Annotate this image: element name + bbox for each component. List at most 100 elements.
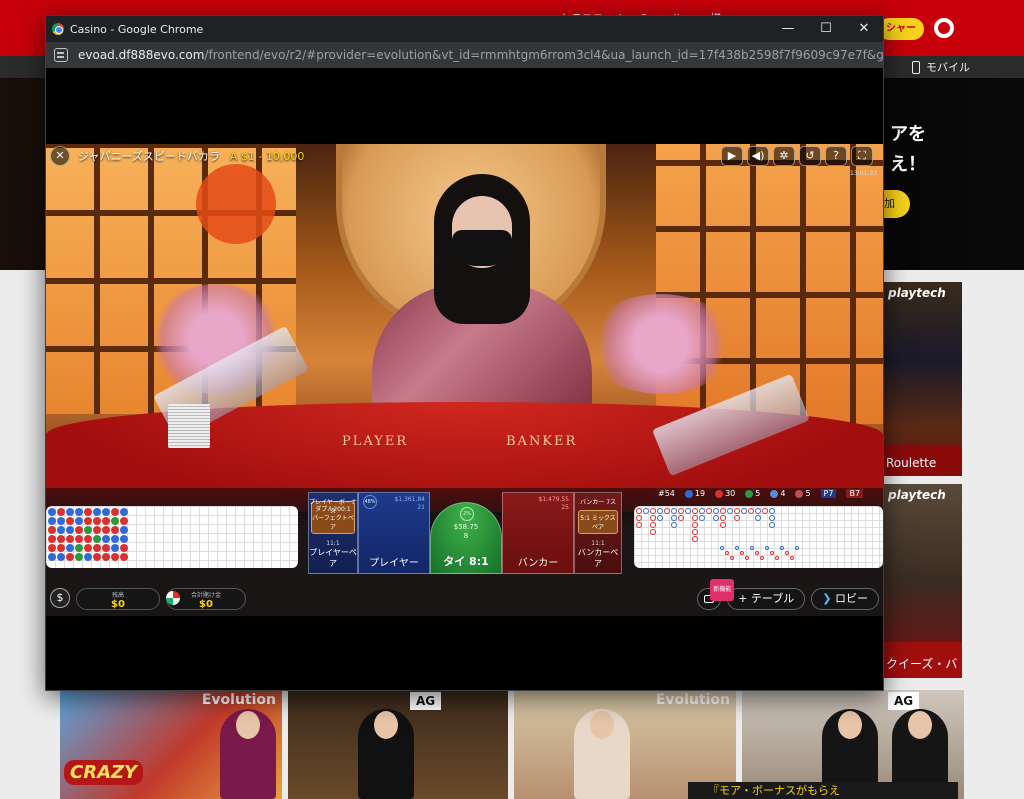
big-road-mark — [692, 522, 698, 528]
card-caption: クイーズ・バ — [886, 657, 958, 671]
site-cta-button[interactable]: シャー — [878, 18, 924, 40]
big-road-mark — [650, 529, 656, 535]
bead-road-mark — [48, 544, 56, 552]
nav-mobile-link[interactable]: モバイル — [912, 59, 970, 75]
multi-table-button[interactable]: 新機能 — [697, 579, 735, 610]
bead-road[interactable] — [46, 506, 298, 568]
settings-icon[interactable]: ✲ — [773, 146, 795, 166]
derived-road-mark — [735, 546, 739, 550]
minimize-button[interactable]: — — [769, 16, 807, 42]
help-icon[interactable]: ? — [825, 146, 847, 166]
dealer — [372, 174, 592, 434]
hero-line-2: え！ — [890, 154, 926, 175]
video-icon[interactable]: ▶ — [721, 146, 743, 166]
bet-spot-tie[interactable]: 2% $58.75 8 タイ 8:1 — [430, 502, 502, 574]
nav-mobile-label: モバイル — [926, 61, 970, 74]
big-road-mark — [636, 508, 642, 514]
bead-road-mark — [66, 544, 74, 552]
hero-join-button[interactable]: 加 — [884, 190, 910, 218]
bet-spot-banker-pair[interactable]: バンカー 7ス 5:1 ミックスペア 11:1 バンカーペア — [574, 492, 622, 574]
game-close-icon[interactable]: ✕ — [50, 146, 70, 166]
user-ring-icon[interactable] — [934, 18, 954, 38]
bet-spot-banker[interactable]: $1,479.55 25 バンカー — [502, 492, 574, 574]
bead-road-mark — [75, 535, 83, 543]
player-pair-count: 4 — [770, 489, 785, 498]
big-road-mark — [650, 522, 656, 528]
big-road-mark — [755, 515, 761, 521]
url-text[interactable]: evoad.df888evo.com/frontend/evo/r2/#prov… — [78, 48, 883, 62]
bet-spot-player-pair[interactable]: プレイヤーボーナス ダブル200:1 パーフェクトペア 11:1 プレイヤーペア — [308, 492, 358, 574]
bead-road-mark — [66, 553, 74, 561]
card-caption: Roulette — [886, 456, 937, 470]
big-road-mark — [650, 508, 656, 514]
banker-label: バンカー — [517, 558, 559, 569]
mixed-pair-box[interactable]: 5:1 ミックスペア — [578, 510, 618, 534]
game-card-squeeze[interactable]: playtech クイーズ・バ — [884, 484, 962, 678]
bead-road-mark — [84, 508, 92, 516]
bead-road-mark — [93, 517, 101, 525]
player-pair-odds: 11:1 — [326, 540, 340, 547]
player-pair-label: プレイヤーペア — [309, 548, 357, 568]
lobby-button[interactable]: ❯ ロビー — [811, 588, 879, 610]
player-bet-count: 21 — [417, 504, 425, 511]
big-road-mark — [755, 508, 761, 514]
maximize-button[interactable]: ☐ — [807, 16, 845, 42]
add-table-button[interactable]: + テーブル — [727, 588, 806, 610]
round-stats: #54 19 30 5 4 5 P7 B7 — [658, 489, 864, 498]
big-road-mark — [713, 508, 719, 514]
bead-road-mark — [111, 535, 119, 543]
fullscreen-icon[interactable]: ⛶ — [851, 146, 873, 166]
derived-road-mark — [725, 551, 729, 555]
tile-dealer-figure — [358, 709, 414, 799]
window-titlebar[interactable]: Casino - Google Chrome — ☐ ✕ — [46, 16, 883, 42]
game-card-roulette[interactable]: playtech Roulette — [884, 282, 962, 476]
hero-headline: アを え！ — [890, 120, 926, 180]
address-bar[interactable]: evoad.df888evo.com/frontend/evo/r2/#prov… — [46, 42, 883, 68]
tile-game-logo: CRAZY — [64, 760, 144, 785]
bead-road-mark — [57, 508, 65, 516]
derived-road-mark — [750, 546, 754, 550]
phone-icon — [912, 60, 920, 74]
betting-area: プレイヤーボーナス ダブル200:1 パーフェクトペア 11:1 プレイヤーペア… — [46, 488, 883, 616]
bead-road-mark — [102, 526, 110, 534]
bead-road-mark — [84, 535, 92, 543]
tie-percent: 2% — [460, 507, 474, 521]
big-road-mark — [727, 508, 733, 514]
player-label: プレイヤー — [369, 558, 419, 569]
game-tile-crazy[interactable]: Evolution CRAZY — [60, 690, 282, 799]
derived-road-mark — [780, 546, 784, 550]
bet-spot-player[interactable]: 48% $1,361.84 21 プレイヤー — [358, 492, 430, 574]
promo-strip[interactable]: 『モア・ボーナスがもらえ — [688, 782, 958, 799]
big-road-mark — [720, 508, 726, 514]
derived-road-mark — [775, 556, 779, 560]
window-controls: — ☐ ✕ — [769, 16, 883, 42]
game-tile-ag-1[interactable]: AG — [288, 690, 508, 799]
bead-road-mark — [57, 553, 65, 561]
big-road-mark — [657, 508, 663, 514]
big-road[interactable] — [634, 506, 883, 568]
big-road-mark — [769, 508, 775, 514]
big-road-mark — [671, 522, 677, 528]
tie-bet-amount: $58.75 — [453, 523, 479, 531]
tile-dealer-figure — [574, 709, 630, 799]
banker-bet-count: 25 — [561, 504, 569, 511]
history-icon[interactable]: ↺ — [799, 146, 821, 166]
bead-road-mark — [75, 553, 83, 561]
tie-bet-count: 8 — [463, 532, 469, 540]
big-road-mark — [720, 515, 726, 521]
dollar-icon[interactable]: $ — [50, 588, 70, 608]
player-bonus-label: プレイヤーボーナス — [309, 499, 357, 515]
bet-limit[interactable]: A $1 - 10,000 — [230, 150, 304, 163]
table-label-banker: BANKER — [506, 434, 578, 449]
bead-road-mark — [48, 535, 56, 543]
bead-road-mark — [57, 535, 65, 543]
big-road-mark — [650, 515, 656, 521]
bead-road-mark — [84, 544, 92, 552]
big-road-mark — [678, 508, 684, 514]
sound-icon[interactable]: ◀) — [747, 146, 769, 166]
big-road-mark — [720, 522, 726, 528]
b7-stat: B7 — [846, 489, 864, 498]
close-button[interactable]: ✕ — [845, 16, 883, 42]
site-info-icon[interactable] — [54, 48, 68, 62]
big-road-mark — [664, 508, 670, 514]
